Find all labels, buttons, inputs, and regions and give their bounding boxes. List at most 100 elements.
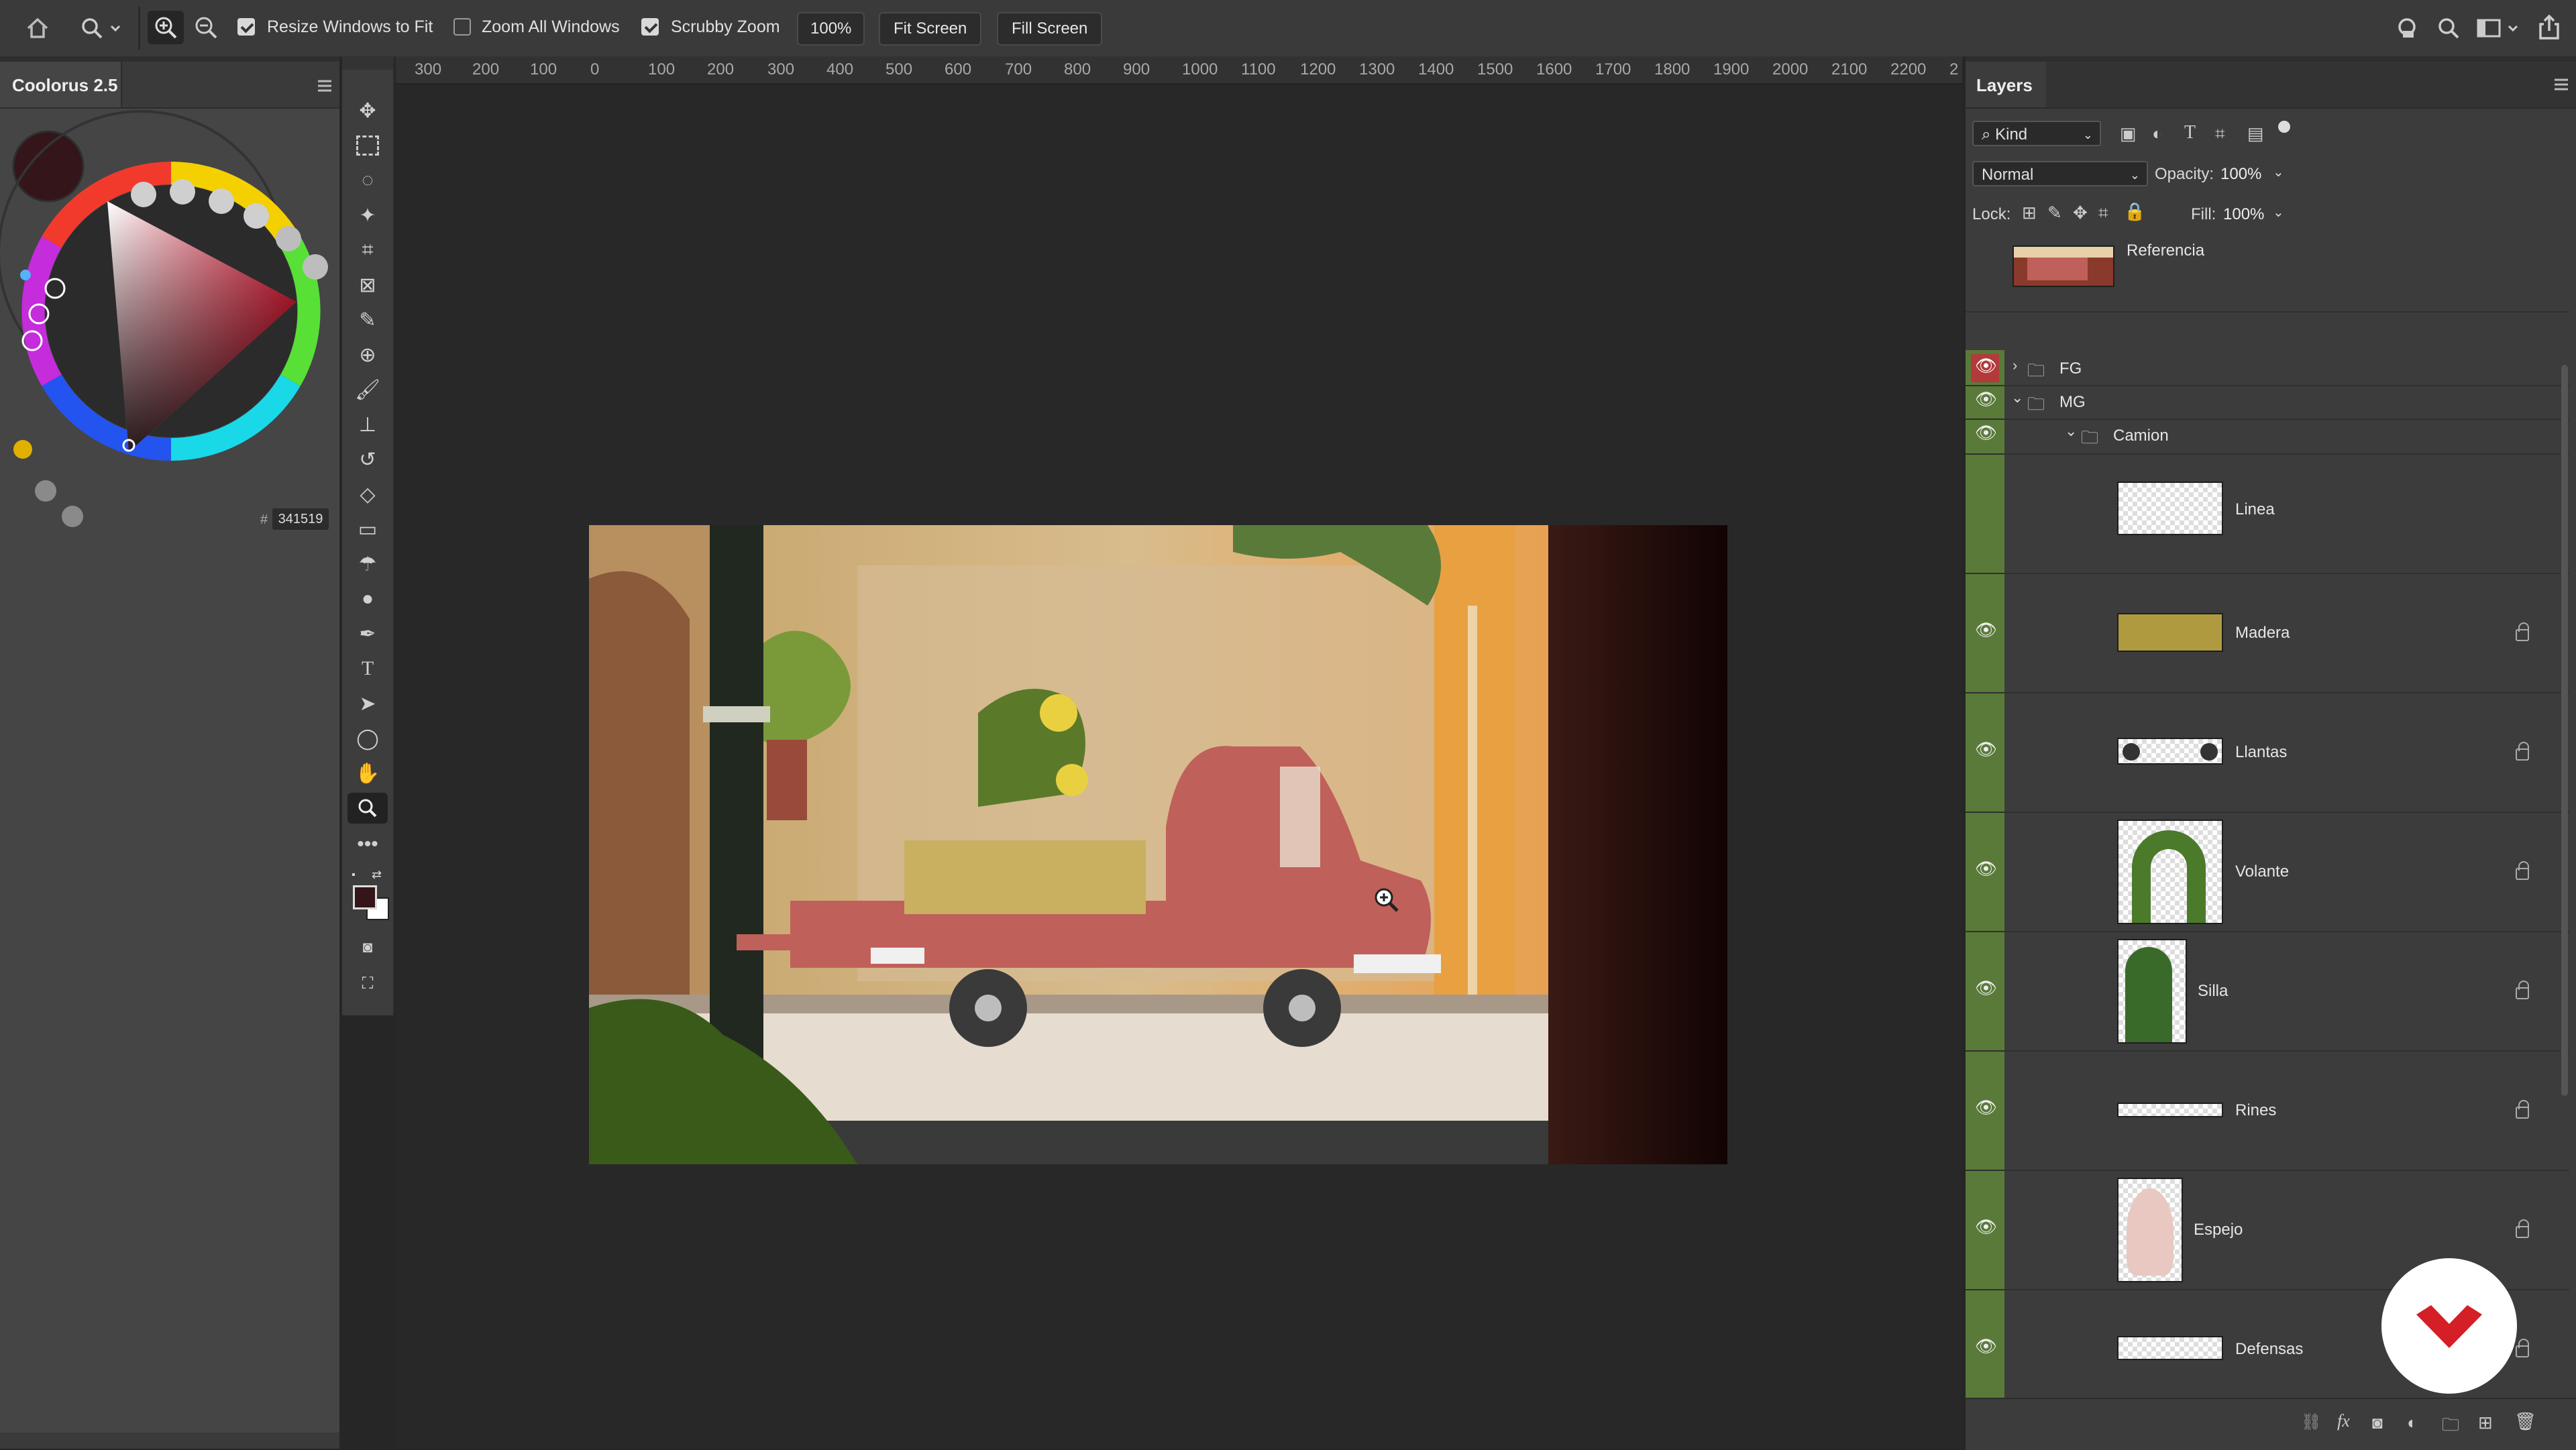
lock-transparent-icon[interactable]: ⊞ bbox=[2022, 203, 2037, 223]
lock-artboard-icon[interactable]: ⌗ bbox=[2098, 203, 2108, 224]
panel-collapse-bar[interactable] bbox=[1966, 56, 2576, 62]
layer-row-madera[interactable]: 👁 Madera bbox=[1966, 573, 2569, 693]
link-layers-icon[interactable]: ⛓ bbox=[2301, 1412, 2321, 1432]
eye-icon[interactable]: 👁 bbox=[1975, 1097, 1997, 1118]
chevron-down-icon[interactable]: ⌄ bbox=[2273, 164, 2284, 180]
share-icon[interactable] bbox=[2536, 13, 2563, 42]
layers-scrollbar[interactable] bbox=[2561, 365, 2568, 1096]
workspace-icon[interactable] bbox=[2475, 15, 2522, 42]
more-tools-icon[interactable]: ••• bbox=[347, 829, 388, 860]
lock-position-icon[interactable]: ✥ bbox=[2073, 203, 2088, 223]
filter-toggle-icon[interactable] bbox=[2278, 121, 2290, 133]
hex-value-field[interactable]: 341519 bbox=[272, 508, 329, 530]
eye-icon[interactable]: 👁 bbox=[1975, 355, 1997, 376]
quick-mask-icon[interactable]: ◙ bbox=[347, 932, 388, 963]
search-icon[interactable] bbox=[2435, 15, 2462, 42]
magic-wand-tool-icon[interactable]: ✦ bbox=[347, 200, 388, 231]
brush-tool-icon[interactable]: 🖌 bbox=[347, 374, 388, 405]
panel-menu-icon[interactable] bbox=[2553, 78, 2569, 91]
delete-layer-icon[interactable]: 🗑 bbox=[2514, 1411, 2536, 1432]
foreground-color-swatch[interactable] bbox=[353, 885, 377, 909]
zoom-in-button[interactable] bbox=[148, 11, 184, 44]
chevron-down-icon[interactable]: ⌄ bbox=[2273, 204, 2284, 221]
screen-mode-icon[interactable]: ⛶ bbox=[347, 968, 388, 999]
filter-pixel-icon[interactable]: ▣ bbox=[2120, 123, 2137, 144]
marquee-tool-icon[interactable] bbox=[347, 130, 388, 161]
lock-all-icon[interactable]: 🔒 bbox=[2124, 201, 2145, 222]
history-brush-tool-icon[interactable]: ↺ bbox=[347, 444, 388, 475]
eye-icon[interactable]: 👁 bbox=[1975, 858, 1997, 879]
eye-icon[interactable]: 👁 bbox=[1975, 1336, 1997, 1357]
zoom-tool-icon[interactable] bbox=[347, 793, 388, 824]
eye-icon[interactable]: 👁 bbox=[1975, 739, 1997, 760]
filter-smart-object-icon[interactable]: ▤ bbox=[2247, 123, 2264, 144]
tools-panel-grip[interactable] bbox=[342, 56, 393, 70]
swap-colors-icon[interactable]: ⇄ bbox=[372, 868, 382, 882]
layer-row-volante[interactable]: 👁 Volante bbox=[1966, 812, 2569, 932]
fill-value-field[interactable]: 100% bbox=[2223, 205, 2264, 224]
gradient-tool-icon[interactable]: ▭ bbox=[347, 514, 388, 545]
filter-shape-icon[interactable]: ⌗ bbox=[2215, 123, 2225, 145]
healing-brush-tool-icon[interactable]: ⊕ bbox=[347, 339, 388, 370]
filter-adjustment-icon[interactable]: ◐ bbox=[2152, 123, 2163, 144]
chevron-down-icon[interactable]: ⌄ bbox=[2011, 389, 2023, 406]
chevron-down-icon[interactable]: ⌄ bbox=[2065, 423, 2077, 440]
zoom-tool-preset-icon[interactable] bbox=[79, 15, 122, 42]
stamp-tool-icon[interactable]: ⊥ bbox=[347, 409, 388, 440]
zoom-all-windows-checkbox[interactable] bbox=[453, 18, 471, 36]
eye-icon[interactable]: 👁 bbox=[1975, 978, 1997, 999]
discover-icon[interactable] bbox=[2395, 15, 2422, 42]
color-wheel[interactable] bbox=[0, 107, 339, 537]
pen-tool-icon[interactable]: ✒ bbox=[347, 618, 388, 649]
add-mask-icon[interactable]: ◙ bbox=[2372, 1412, 2383, 1433]
chevron-right-icon[interactable]: › bbox=[2012, 357, 2017, 374]
layer-row-fg[interactable]: 👁 › 🗀 FG bbox=[1966, 351, 2569, 386]
rotate-view-tool-icon[interactable]: ✋ bbox=[347, 758, 388, 789]
adjustment-layer-icon[interactable]: ◐ bbox=[2407, 1412, 2418, 1433]
layer-row-rines[interactable]: 👁 Rines bbox=[1966, 1050, 2569, 1171]
eye-icon[interactable]: 👁 bbox=[1975, 389, 1997, 410]
home-icon[interactable] bbox=[24, 15, 51, 42]
default-colors-icon[interactable]: ▪ bbox=[352, 869, 365, 883]
artwork-canvas[interactable] bbox=[589, 525, 1727, 1164]
scrubby-zoom-checkbox[interactable] bbox=[641, 18, 659, 36]
layer-row-mg[interactable]: 👁 ⌄ 🗀 MG bbox=[1966, 385, 2569, 420]
opacity-value-field[interactable]: 100% bbox=[2220, 165, 2261, 184]
new-layer-icon[interactable]: ⊞ bbox=[2478, 1412, 2493, 1433]
eye-icon[interactable]: 👁 bbox=[1975, 423, 1997, 443]
blend-mode-select[interactable]: Normal ⌄ bbox=[1972, 161, 2148, 186]
dodge-tool-icon[interactable]: ● bbox=[347, 583, 388, 614]
ellipse-tool-icon[interactable]: ◯ bbox=[347, 723, 388, 754]
panel-menu-icon[interactable] bbox=[317, 79, 333, 93]
layer-row-llantas[interactable]: 👁 Llantas bbox=[1966, 692, 2569, 813]
layer-filter-kind-select[interactable]: ⌕ Kind ⌄ bbox=[1972, 121, 2101, 146]
panel-collapse-bar[interactable] bbox=[0, 56, 339, 62]
filter-type-icon[interactable]: T bbox=[2184, 122, 2196, 144]
resize-windows-checkbox[interactable] bbox=[237, 18, 255, 36]
frame-tool-icon[interactable]: ⊠ bbox=[347, 270, 388, 300]
chevron-down-icon: ⌄ bbox=[2082, 128, 2093, 142]
ruler-tick: 800 bbox=[1064, 60, 1091, 78]
path-selection-tool-icon[interactable]: ➤ bbox=[347, 688, 388, 719]
eyedropper-tool-icon[interactable]: ✎ bbox=[347, 304, 388, 335]
layer-row-silla[interactable]: 👁 Silla bbox=[1966, 931, 2569, 1052]
fit-screen-button[interactable]: Fit Screen bbox=[879, 12, 982, 46]
eye-icon[interactable]: 👁 bbox=[1975, 1217, 1997, 1237]
zoom-out-button[interactable] bbox=[188, 11, 224, 44]
move-tool-icon[interactable]: ✥ bbox=[347, 95, 388, 126]
lock-image-icon[interactable]: ✎ bbox=[2047, 203, 2062, 223]
lasso-tool-icon[interactable]: ◌ bbox=[347, 165, 388, 196]
layer-row-referencia[interactable]: Referencia bbox=[1966, 236, 2569, 313]
new-group-icon[interactable]: 🗀 bbox=[2442, 1412, 2459, 1442]
blur-tool-icon[interactable]: ☂ bbox=[347, 549, 388, 579]
layer-row-linea[interactable]: Linea bbox=[1966, 453, 2569, 574]
zoom-percent-field[interactable]: 100% bbox=[797, 12, 865, 46]
fill-screen-button[interactable]: Fill Screen bbox=[997, 12, 1103, 46]
layer-row-camion[interactable]: 👁 ⌄ 🗀 Camion bbox=[1966, 419, 2569, 455]
fx-icon[interactable]: fx bbox=[2337, 1411, 2350, 1431]
scrubby-zoom-label: Scrubby Zoom bbox=[671, 17, 780, 36]
eraser-tool-icon[interactable]: ◇ bbox=[347, 479, 388, 510]
crop-tool-icon[interactable]: ⌗ bbox=[347, 235, 388, 266]
type-tool-icon[interactable]: T bbox=[347, 653, 388, 684]
eye-icon[interactable]: 👁 bbox=[1975, 620, 1997, 640]
